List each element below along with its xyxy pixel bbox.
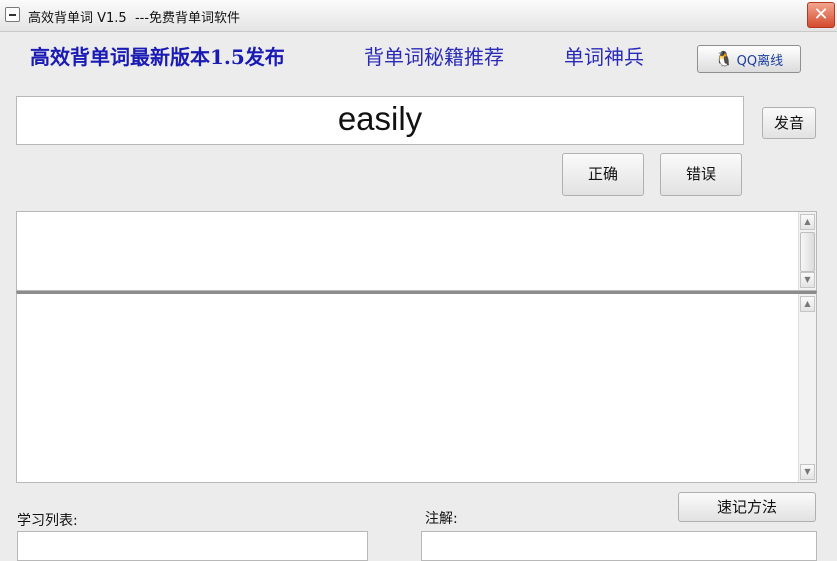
- scroll-thumb[interactable]: [800, 232, 815, 272]
- close-button[interactable]: ✕: [807, 2, 835, 28]
- qq-status-label: QQ离线: [736, 53, 784, 69]
- scroll-down-icon[interactable]: ▼: [800, 272, 815, 288]
- example-textarea[interactable]: ▲ ▼: [16, 291, 817, 483]
- tips-link[interactable]: 背单词秘籍推荐: [364, 41, 504, 70]
- title-bar: 高效背单词 V1.5 ---免费背单词软件 ✕: [0, 0, 837, 32]
- notes-label: 注解:: [425, 511, 458, 527]
- definition-scrollbar[interactable]: ▲ ▼: [798, 212, 816, 290]
- penguin-icon: 🐧: [714, 50, 734, 68]
- current-word-display: easily: [16, 96, 744, 145]
- correct-button[interactable]: 正确: [562, 153, 644, 196]
- wrong-button[interactable]: 错误: [660, 153, 742, 196]
- pronounce-button[interactable]: 发音: [762, 107, 816, 139]
- study-list-box[interactable]: [17, 531, 368, 561]
- scroll-up-icon[interactable]: ▲: [800, 296, 815, 312]
- memory-method-button[interactable]: 速记方法: [678, 492, 816, 522]
- example-scrollbar[interactable]: ▲ ▼: [798, 294, 816, 482]
- qq-status-button[interactable]: 🐧 QQ离线: [697, 45, 801, 73]
- scroll-up-icon[interactable]: ▲: [800, 214, 815, 230]
- latest-version-link[interactable]: 高效背单词最新版本1.5发布: [30, 41, 285, 70]
- scroll-down-icon[interactable]: ▼: [800, 464, 815, 480]
- window-title: 高效背单词 V1.5 ---免费背单词软件: [28, 11, 241, 26]
- word-tool-link[interactable]: 单词神兵: [564, 41, 644, 70]
- system-menu-icon[interactable]: [5, 7, 20, 22]
- definition-textarea[interactable]: ▲ ▼: [16, 211, 817, 291]
- study-list-label: 学习列表:: [17, 513, 78, 529]
- notes-box[interactable]: [421, 531, 817, 561]
